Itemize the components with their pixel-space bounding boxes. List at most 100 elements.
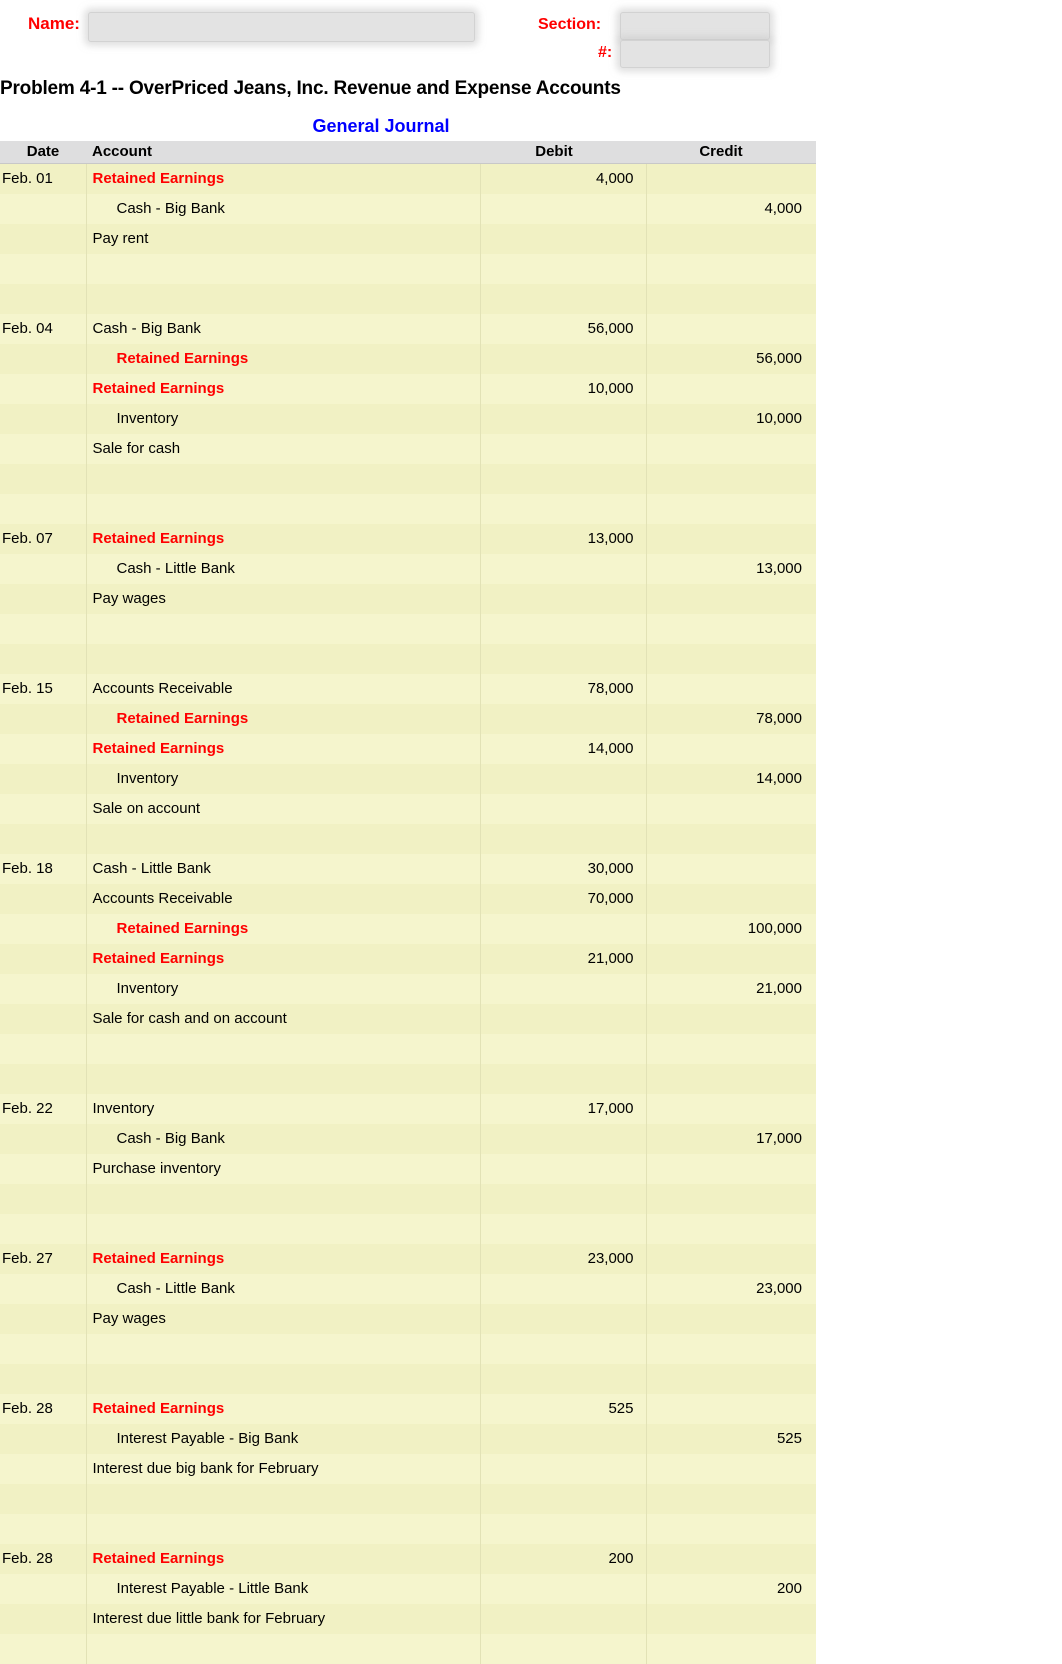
table-row[interactable]: [0, 464, 816, 494]
cell-debit[interactable]: [480, 1334, 646, 1364]
cell-credit[interactable]: [646, 1004, 816, 1034]
cell-date[interactable]: [0, 914, 86, 944]
cell-account[interactable]: Interest due big bank for February: [86, 1454, 480, 1484]
cell-account[interactable]: Inventory: [86, 1094, 480, 1124]
cell-credit[interactable]: [646, 1454, 816, 1484]
cell-date[interactable]: [0, 554, 86, 584]
cell-account[interactable]: [86, 1334, 480, 1364]
table-row[interactable]: Feb. 22Inventory17,000: [0, 1094, 816, 1124]
cell-date[interactable]: [0, 1124, 86, 1154]
section-input[interactable]: [620, 12, 770, 40]
cell-debit[interactable]: [480, 344, 646, 374]
cell-date[interactable]: Feb. 15: [0, 674, 86, 704]
cell-credit[interactable]: [646, 1304, 816, 1334]
cell-date[interactable]: [0, 1454, 86, 1484]
cell-credit[interactable]: [646, 254, 816, 284]
table-row[interactable]: Sale for cash and on account: [0, 1004, 816, 1034]
cell-account[interactable]: Sale on account: [86, 794, 480, 824]
cell-credit[interactable]: [646, 1094, 816, 1124]
table-row[interactable]: Pay wages: [0, 1304, 816, 1334]
table-row[interactable]: Interest Payable - Big Bank525: [0, 1424, 816, 1454]
cell-debit[interactable]: 17,000: [480, 1094, 646, 1124]
cell-credit[interactable]: [646, 1514, 816, 1544]
table-row[interactable]: [0, 614, 816, 644]
table-row[interactable]: Feb. 28Retained Earnings200: [0, 1544, 816, 1574]
cell-debit[interactable]: 56,000: [480, 314, 646, 344]
cell-account[interactable]: Inventory: [86, 974, 480, 1004]
cell-credit[interactable]: 200: [646, 1574, 816, 1604]
table-row[interactable]: Cash - Big Bank17,000: [0, 1124, 816, 1154]
cell-account[interactable]: Retained Earnings: [86, 1544, 480, 1574]
table-row[interactable]: Retained Earnings10,000: [0, 374, 816, 404]
cell-debit[interactable]: [480, 1634, 646, 1664]
cell-date[interactable]: [0, 1034, 86, 1064]
cell-debit[interactable]: [480, 1304, 646, 1334]
cell-account[interactable]: Cash - Big Bank: [86, 314, 480, 344]
cell-credit[interactable]: [646, 674, 816, 704]
table-row[interactable]: Interest Payable - Little Bank200: [0, 1574, 816, 1604]
cell-account[interactable]: Retained Earnings: [86, 1244, 480, 1274]
cell-debit[interactable]: 78,000: [480, 674, 646, 704]
cell-credit[interactable]: 14,000: [646, 764, 816, 794]
cell-debit[interactable]: 21,000: [480, 944, 646, 974]
cell-debit[interactable]: [480, 1484, 646, 1514]
cell-date[interactable]: [0, 1334, 86, 1364]
cell-debit[interactable]: [480, 284, 646, 314]
cell-credit[interactable]: 13,000: [646, 554, 816, 584]
table-row[interactable]: [0, 284, 816, 314]
cell-date[interactable]: [0, 824, 86, 854]
cell-credit[interactable]: [646, 944, 816, 974]
cell-account[interactable]: Inventory: [86, 404, 480, 434]
cell-credit[interactable]: [646, 1154, 816, 1184]
cell-credit[interactable]: [646, 734, 816, 764]
table-row[interactable]: Feb. 01Retained Earnings4,000: [0, 164, 816, 195]
cell-date[interactable]: [0, 584, 86, 614]
cell-debit[interactable]: [480, 1274, 646, 1304]
cell-credit[interactable]: [646, 1184, 816, 1214]
cell-account[interactable]: Sale for cash and on account: [86, 1004, 480, 1034]
cell-debit[interactable]: 525: [480, 1394, 646, 1424]
cell-credit[interactable]: [646, 434, 816, 464]
cell-debit[interactable]: 4,000: [480, 164, 646, 195]
cell-debit[interactable]: 70,000: [480, 884, 646, 914]
cell-date[interactable]: [0, 194, 86, 224]
cell-credit[interactable]: [646, 644, 816, 674]
cell-account[interactable]: [86, 284, 480, 314]
cell-account[interactable]: Retained Earnings: [86, 374, 480, 404]
cell-debit[interactable]: [480, 704, 646, 734]
cell-account[interactable]: [86, 1184, 480, 1214]
cell-account[interactable]: Cash - Little Bank: [86, 1274, 480, 1304]
cell-credit[interactable]: 21,000: [646, 974, 816, 1004]
cell-credit[interactable]: [646, 614, 816, 644]
table-row[interactable]: [0, 1634, 816, 1664]
cell-debit[interactable]: [480, 1214, 646, 1244]
cell-debit[interactable]: [480, 1514, 646, 1544]
cell-debit[interactable]: 200: [480, 1544, 646, 1574]
table-row[interactable]: Accounts Receivable70,000: [0, 884, 816, 914]
cell-credit[interactable]: [646, 1034, 816, 1064]
cell-account[interactable]: Pay wages: [86, 584, 480, 614]
cell-account[interactable]: Retained Earnings: [86, 164, 480, 195]
cell-debit[interactable]: [480, 1034, 646, 1064]
table-row[interactable]: [0, 1214, 816, 1244]
cell-date[interactable]: [0, 1304, 86, 1334]
table-row[interactable]: Retained Earnings100,000: [0, 914, 816, 944]
cell-credit[interactable]: [646, 584, 816, 614]
cell-credit[interactable]: [646, 464, 816, 494]
cell-credit[interactable]: 78,000: [646, 704, 816, 734]
cell-date[interactable]: [0, 884, 86, 914]
table-row[interactable]: [0, 494, 816, 524]
number-input[interactable]: [620, 40, 770, 68]
cell-date[interactable]: [0, 224, 86, 254]
table-row[interactable]: [0, 644, 816, 674]
cell-date[interactable]: [0, 974, 86, 1004]
cell-account[interactable]: [86, 494, 480, 524]
cell-date[interactable]: [0, 1154, 86, 1184]
cell-account[interactable]: Cash - Big Bank: [86, 194, 480, 224]
table-row[interactable]: Interest due little bank for February: [0, 1604, 816, 1634]
cell-date[interactable]: [0, 1424, 86, 1454]
cell-credit[interactable]: [646, 1064, 816, 1094]
table-row[interactable]: Pay rent: [0, 224, 816, 254]
table-row[interactable]: Retained Earnings78,000: [0, 704, 816, 734]
cell-debit[interactable]: [480, 794, 646, 824]
